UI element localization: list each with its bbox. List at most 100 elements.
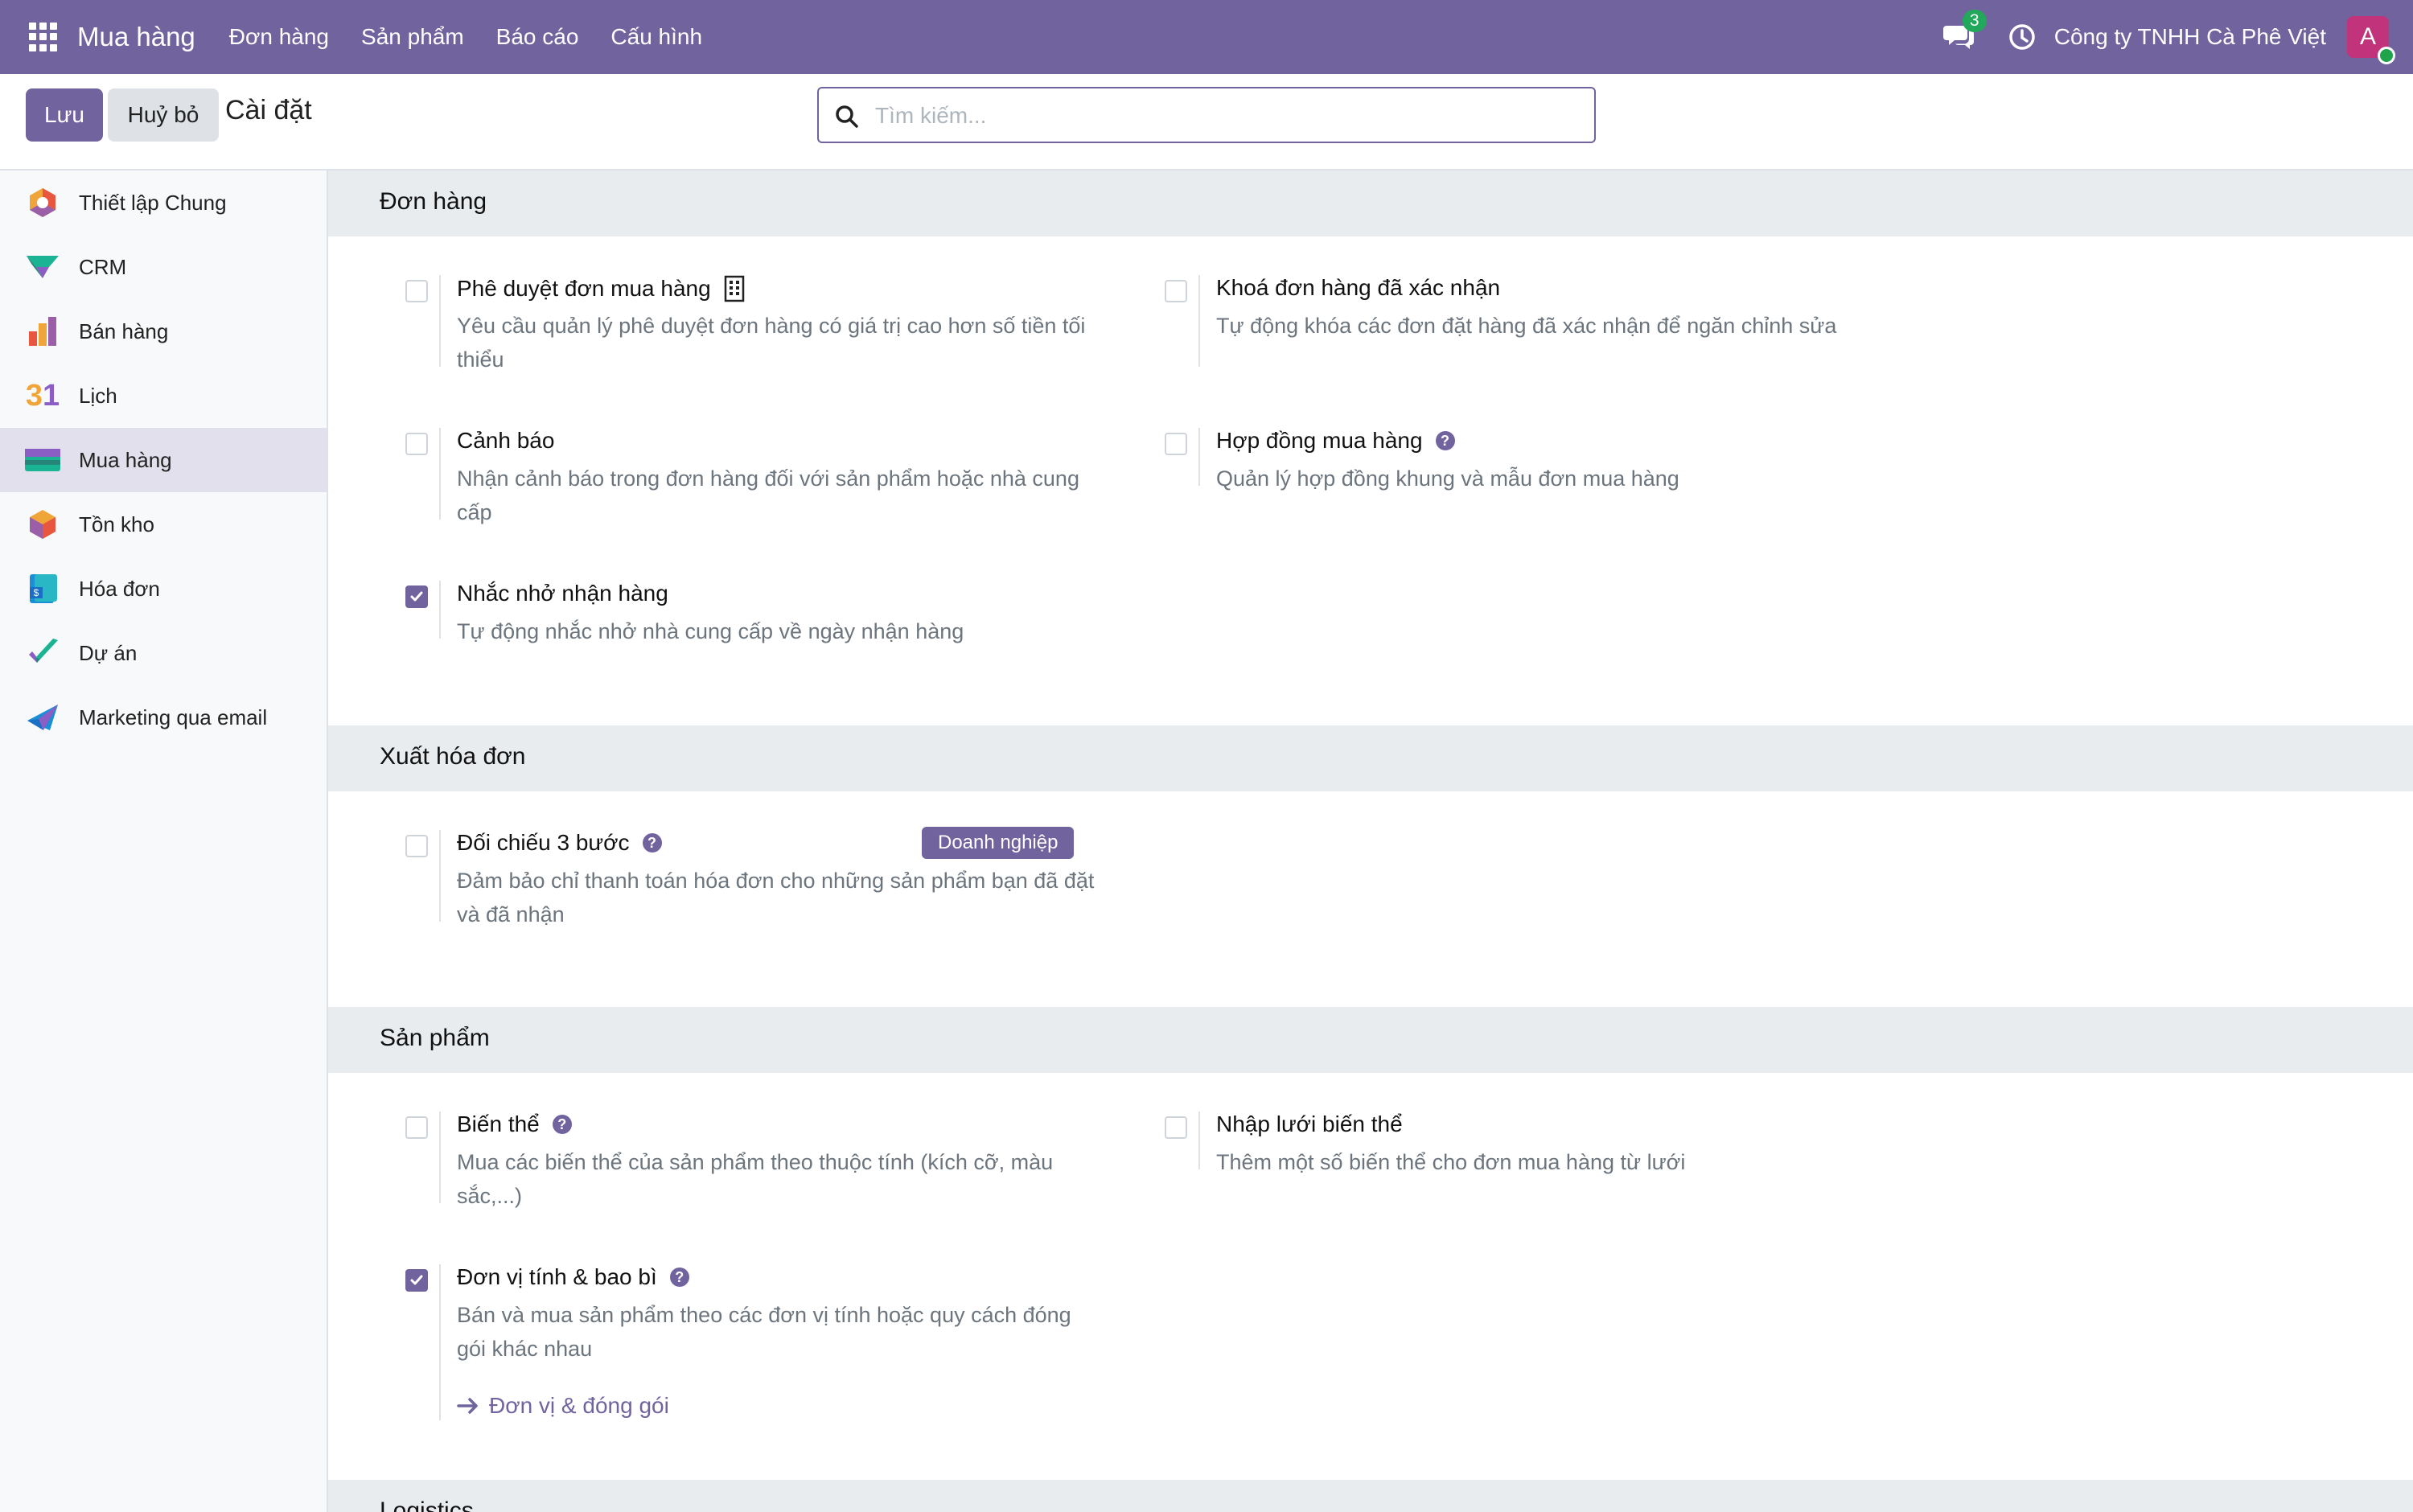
messages-count-badge: 3 xyxy=(1962,10,1987,32)
clock-icon xyxy=(2009,24,2035,50)
section-products-header: Sản phẩm xyxy=(328,1007,2413,1073)
setting-divider xyxy=(1198,275,1200,367)
control-panel: Lưu Huỷ bỏ Cài đặt xyxy=(0,74,2413,171)
setting-description: Tự động khóa các đơn đặt hàng đã xác nhậ… xyxy=(1216,314,1837,338)
units-packaging-checkbox[interactable] xyxy=(405,1269,428,1292)
sidebar-item-crm[interactable]: CRM xyxy=(0,235,327,299)
sidebar-item-general-settings[interactable]: Thiết lập Chung xyxy=(0,171,327,235)
user-avatar[interactable]: A xyxy=(2347,16,2395,64)
setting-description: Thêm một số biến thể cho đơn mua hàng từ… xyxy=(1216,1150,1686,1174)
calendar-app-icon: 31 xyxy=(24,377,61,414)
setting-description: Yêu cầu quản lý phê duyệt đơn hàng có gi… xyxy=(457,314,1086,372)
sidebar-item-purchase[interactable]: Mua hàng xyxy=(0,428,327,492)
setting-receipt-reminder: Nhắc nhở nhận hàng Tự động nhắc nhở nhà … xyxy=(405,581,1129,645)
sidebar-item-sales[interactable]: Bán hàng xyxy=(0,299,327,364)
sales-app-icon xyxy=(24,313,61,350)
setting-variant-grid-entry: Nhập lưới biến thể Thêm một số biến thể … xyxy=(1165,1111,1889,1176)
settings-sidebar: Thiết lập Chung CRM Bán hàng 31 Lịch Mua… xyxy=(0,171,328,1512)
section-orders-header: Đơn hàng xyxy=(328,171,2413,236)
setting-units-packaging: Đơn vị tính & bao bì ? Bán và mua sản ph… xyxy=(405,1264,1129,1425)
sidebar-item-label: Mua hàng xyxy=(79,447,172,472)
setting-title: Biến thể ? xyxy=(457,1111,572,1137)
enterprise-badge[interactable]: Doanh nghiệp xyxy=(922,827,1075,859)
setting-divider xyxy=(1198,428,1200,486)
top-navbar: Mua hàng Đơn hàng Sản phẩm Báo cáo Cấu h… xyxy=(0,0,2413,74)
3-way-matching-checkbox[interactable] xyxy=(405,835,428,857)
setting-divider xyxy=(439,1264,441,1420)
setting-description: Đảm bảo chỉ thanh toán hóa đơn cho những… xyxy=(457,869,1095,927)
menu-products[interactable]: Sản phẩm xyxy=(361,24,464,50)
lock-confirmed-orders-checkbox[interactable] xyxy=(1165,280,1187,302)
purchase-app-icon xyxy=(24,442,61,479)
avatar-letter: A xyxy=(2359,23,2376,50)
setting-purchase-approval: Phê duyệt đơn mua hàng Yêu cầu quản lý p… xyxy=(405,275,1129,372)
email-marketing-app-icon xyxy=(24,699,61,736)
checkmark-icon xyxy=(410,591,423,602)
sidebar-item-invoicing[interactable]: $ Hóa đơn xyxy=(0,557,327,621)
setting-title: Hợp đồng mua hàng ? xyxy=(1216,428,1455,454)
save-button[interactable]: Lưu xyxy=(26,88,103,142)
units-packaging-link[interactable]: Đơn vị & đóng gói xyxy=(457,1393,669,1419)
discard-button[interactable]: Huỷ bỏ xyxy=(108,88,219,142)
setting-title: Nhập lưới biến thể xyxy=(1216,1111,1403,1136)
search-icon xyxy=(836,105,858,128)
setting-title: Cảnh báo xyxy=(457,428,555,453)
help-icon[interactable]: ? xyxy=(552,1115,572,1134)
project-app-icon xyxy=(24,635,61,672)
crm-app-icon xyxy=(24,249,61,286)
menu-configuration[interactable]: Cấu hình xyxy=(610,24,702,50)
help-icon[interactable]: ? xyxy=(669,1268,689,1287)
menu-orders[interactable]: Đơn hàng xyxy=(229,24,329,50)
section-title: Xuất hóa đơn xyxy=(380,743,526,770)
search-input[interactable] xyxy=(875,97,1567,135)
apps-menu-icon[interactable] xyxy=(29,23,58,51)
warnings-checkbox[interactable] xyxy=(405,433,428,455)
activities-button[interactable] xyxy=(2008,23,2037,51)
variants-checkbox[interactable] xyxy=(405,1116,428,1139)
app-brand[interactable]: Mua hàng xyxy=(77,22,195,52)
setting-description: Bán và mua sản phẩm theo các đơn vị tính… xyxy=(457,1303,1071,1361)
setting-title-text: Phê duyệt đơn mua hàng xyxy=(457,276,711,301)
section-invoicing-header: Xuất hóa đơn xyxy=(328,725,2413,791)
setting-variants: Biến thể ? Mua các biến thể của sản phẩm… xyxy=(405,1111,1129,1208)
svg-text:$: $ xyxy=(34,587,39,598)
breadcrumb: Cài đặt xyxy=(225,95,312,125)
sidebar-item-calendar[interactable]: 31 Lịch xyxy=(0,364,327,428)
help-icon[interactable]: ? xyxy=(642,833,662,853)
sidebar-item-label: Tồn kho xyxy=(79,512,154,536)
checkmark-icon xyxy=(410,1275,423,1285)
sidebar-item-project[interactable]: Dự án xyxy=(0,621,327,685)
help-icon[interactable]: ? xyxy=(1435,431,1455,450)
setting-title-text: Biến thể xyxy=(457,1111,540,1136)
calendar-number: 31 xyxy=(25,378,60,413)
messages-button[interactable]: 3 xyxy=(1942,10,1987,53)
setting-title-text: Đơn vị tính & bao bì xyxy=(457,1264,657,1289)
setting-divider xyxy=(1198,1111,1200,1169)
sidebar-item-inventory[interactable]: Tồn kho xyxy=(0,492,327,557)
setting-description: Tự động nhắc nhở nhà cung cấp về ngày nh… xyxy=(457,619,964,643)
setting-divider xyxy=(439,581,441,639)
online-status-dot xyxy=(2378,47,2395,64)
company-switcher[interactable]: Công ty TNHH Cà Phê Việt xyxy=(2054,24,2326,50)
settings-app-icon xyxy=(24,184,61,221)
receipt-reminder-checkbox[interactable] xyxy=(405,585,428,608)
setting-divider xyxy=(439,428,441,520)
menu-reporting[interactable]: Báo cáo xyxy=(496,24,579,50)
purchase-approval-checkbox[interactable] xyxy=(405,280,428,302)
search-box[interactable] xyxy=(817,87,1596,143)
setting-description: Mua các biến thể của sản phẩm theo thuộc… xyxy=(457,1150,1054,1208)
setting-divider xyxy=(439,1111,441,1203)
sidebar-item-email-marketing[interactable]: Marketing qua email xyxy=(0,685,327,750)
setting-title-text: Hợp đồng mua hàng xyxy=(1216,428,1423,453)
purchase-agreements-checkbox[interactable] xyxy=(1165,433,1187,455)
invoicing-app-icon: $ xyxy=(24,570,61,607)
section-title: Sản phẩm xyxy=(380,1025,490,1051)
setting-title: Nhắc nhở nhận hàng xyxy=(457,581,668,606)
setting-divider xyxy=(439,830,441,922)
setting-lock-confirmed-orders: Khoá đơn hàng đã xác nhận Tự động khóa c… xyxy=(1165,275,1889,372)
variant-grid-entry-checkbox[interactable] xyxy=(1165,1116,1187,1139)
inventory-app-icon xyxy=(24,506,61,543)
sidebar-item-label: Thiết lập Chung xyxy=(79,190,227,215)
setting-description: Nhận cảnh báo trong đơn hàng đối với sản… xyxy=(457,466,1079,524)
company-building-icon xyxy=(724,275,744,302)
